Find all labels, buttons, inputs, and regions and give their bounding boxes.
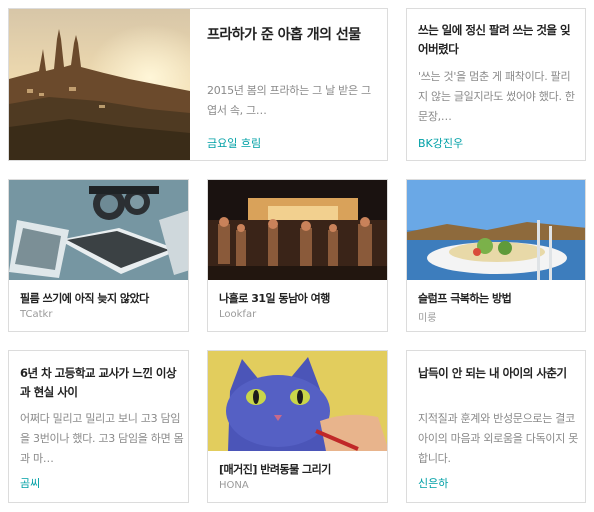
article-author[interactable]: HONA [219, 480, 249, 491]
featured-article-excerpt: 2015년 봄의 프라하는 그 날 받은 그 엽서 속, 그… [207, 84, 371, 117]
article-author[interactable]: Lookfar [219, 309, 256, 320]
article-title[interactable]: [매거진] 반려동물 그리기 [219, 461, 331, 477]
film-camera-photo[interactable] [9, 180, 188, 280]
article-excerpt: '쓰는 것'을 멈춘 게 패착이다. 팔리지 않는 글일지라도 썼어야 했다. … [418, 70, 575, 123]
night-market-photo[interactable] [208, 180, 387, 280]
article-card-film[interactable]: 필름 쓰기에 아직 늦지 않았다 TCatkr [8, 179, 189, 332]
article-author[interactable]: BK강진우 [418, 135, 463, 151]
article-title[interactable]: 6년 차 고등학교 교사가 느낀 이상과 현실 사이 [20, 364, 182, 402]
article-card-travel[interactable]: 나홀로 31일 동남아 여행 Lookfar [207, 179, 388, 332]
article-excerpt: 어쩌다 밀리고 밀리고 보니 고3 담임을 3번이나 했다. 고3 담임을 하면… [20, 412, 184, 465]
article-card-teacher[interactable]: 6년 차 고등학교 교사가 느낀 이상과 현실 사이 어쩌다 밀리고 밀리고 보… [8, 350, 189, 503]
article-card-slump[interactable]: 슬럼프 극복하는 방법 미룽 [406, 179, 586, 332]
article-title[interactable]: 필름 쓰기에 아직 늦지 않았다 [20, 290, 149, 306]
featured-article-card[interactable]: 프라하가 준 아홉 개의 선물 2015년 봄의 프라하는 그 날 받은 그 엽… [8, 8, 388, 161]
article-title[interactable]: 나홀로 31일 동남아 여행 [219, 290, 330, 306]
article-card-puberty[interactable]: 납득이 안 되는 내 아이의 사춘기 지적질과 훈계와 반성문으로는 결코 아이… [406, 350, 586, 503]
article-author[interactable]: 곰씨 [20, 475, 40, 491]
article-excerpt: 지적질과 훈계와 반성문으로는 결코 아이의 마음과 외로움을 다독이지 못합니… [418, 412, 579, 465]
article-title[interactable]: 쓰는 일에 정신 팔려 쓰는 것을 잊어버렸다 [418, 21, 578, 59]
prague-castle-photo[interactable] [9, 9, 190, 160]
article-card-top-right[interactable]: 쓰는 일에 정신 팔려 쓰는 것을 잊어버렸다 '쓰는 것'을 멈춘 게 패착이… [406, 8, 586, 161]
lakeside-meal-photo[interactable] [407, 180, 585, 280]
featured-article-title[interactable]: 프라하가 준 아홉 개의 선물 [207, 23, 367, 47]
article-title[interactable]: 납득이 안 되는 내 아이의 사춘기 [418, 364, 580, 383]
blue-cat-painting[interactable] [208, 351, 387, 451]
article-author[interactable]: TCatkr [20, 309, 52, 320]
article-author[interactable]: 미룽 [418, 309, 436, 324]
article-card-pet-drawing[interactable]: [매거진] 반려동물 그리기 HONA [207, 350, 388, 503]
article-author[interactable]: 신은하 [418, 475, 448, 491]
featured-article-author[interactable]: 금요일 흐림 [207, 135, 261, 151]
article-title[interactable]: 슬럼프 극복하는 방법 [418, 290, 512, 306]
